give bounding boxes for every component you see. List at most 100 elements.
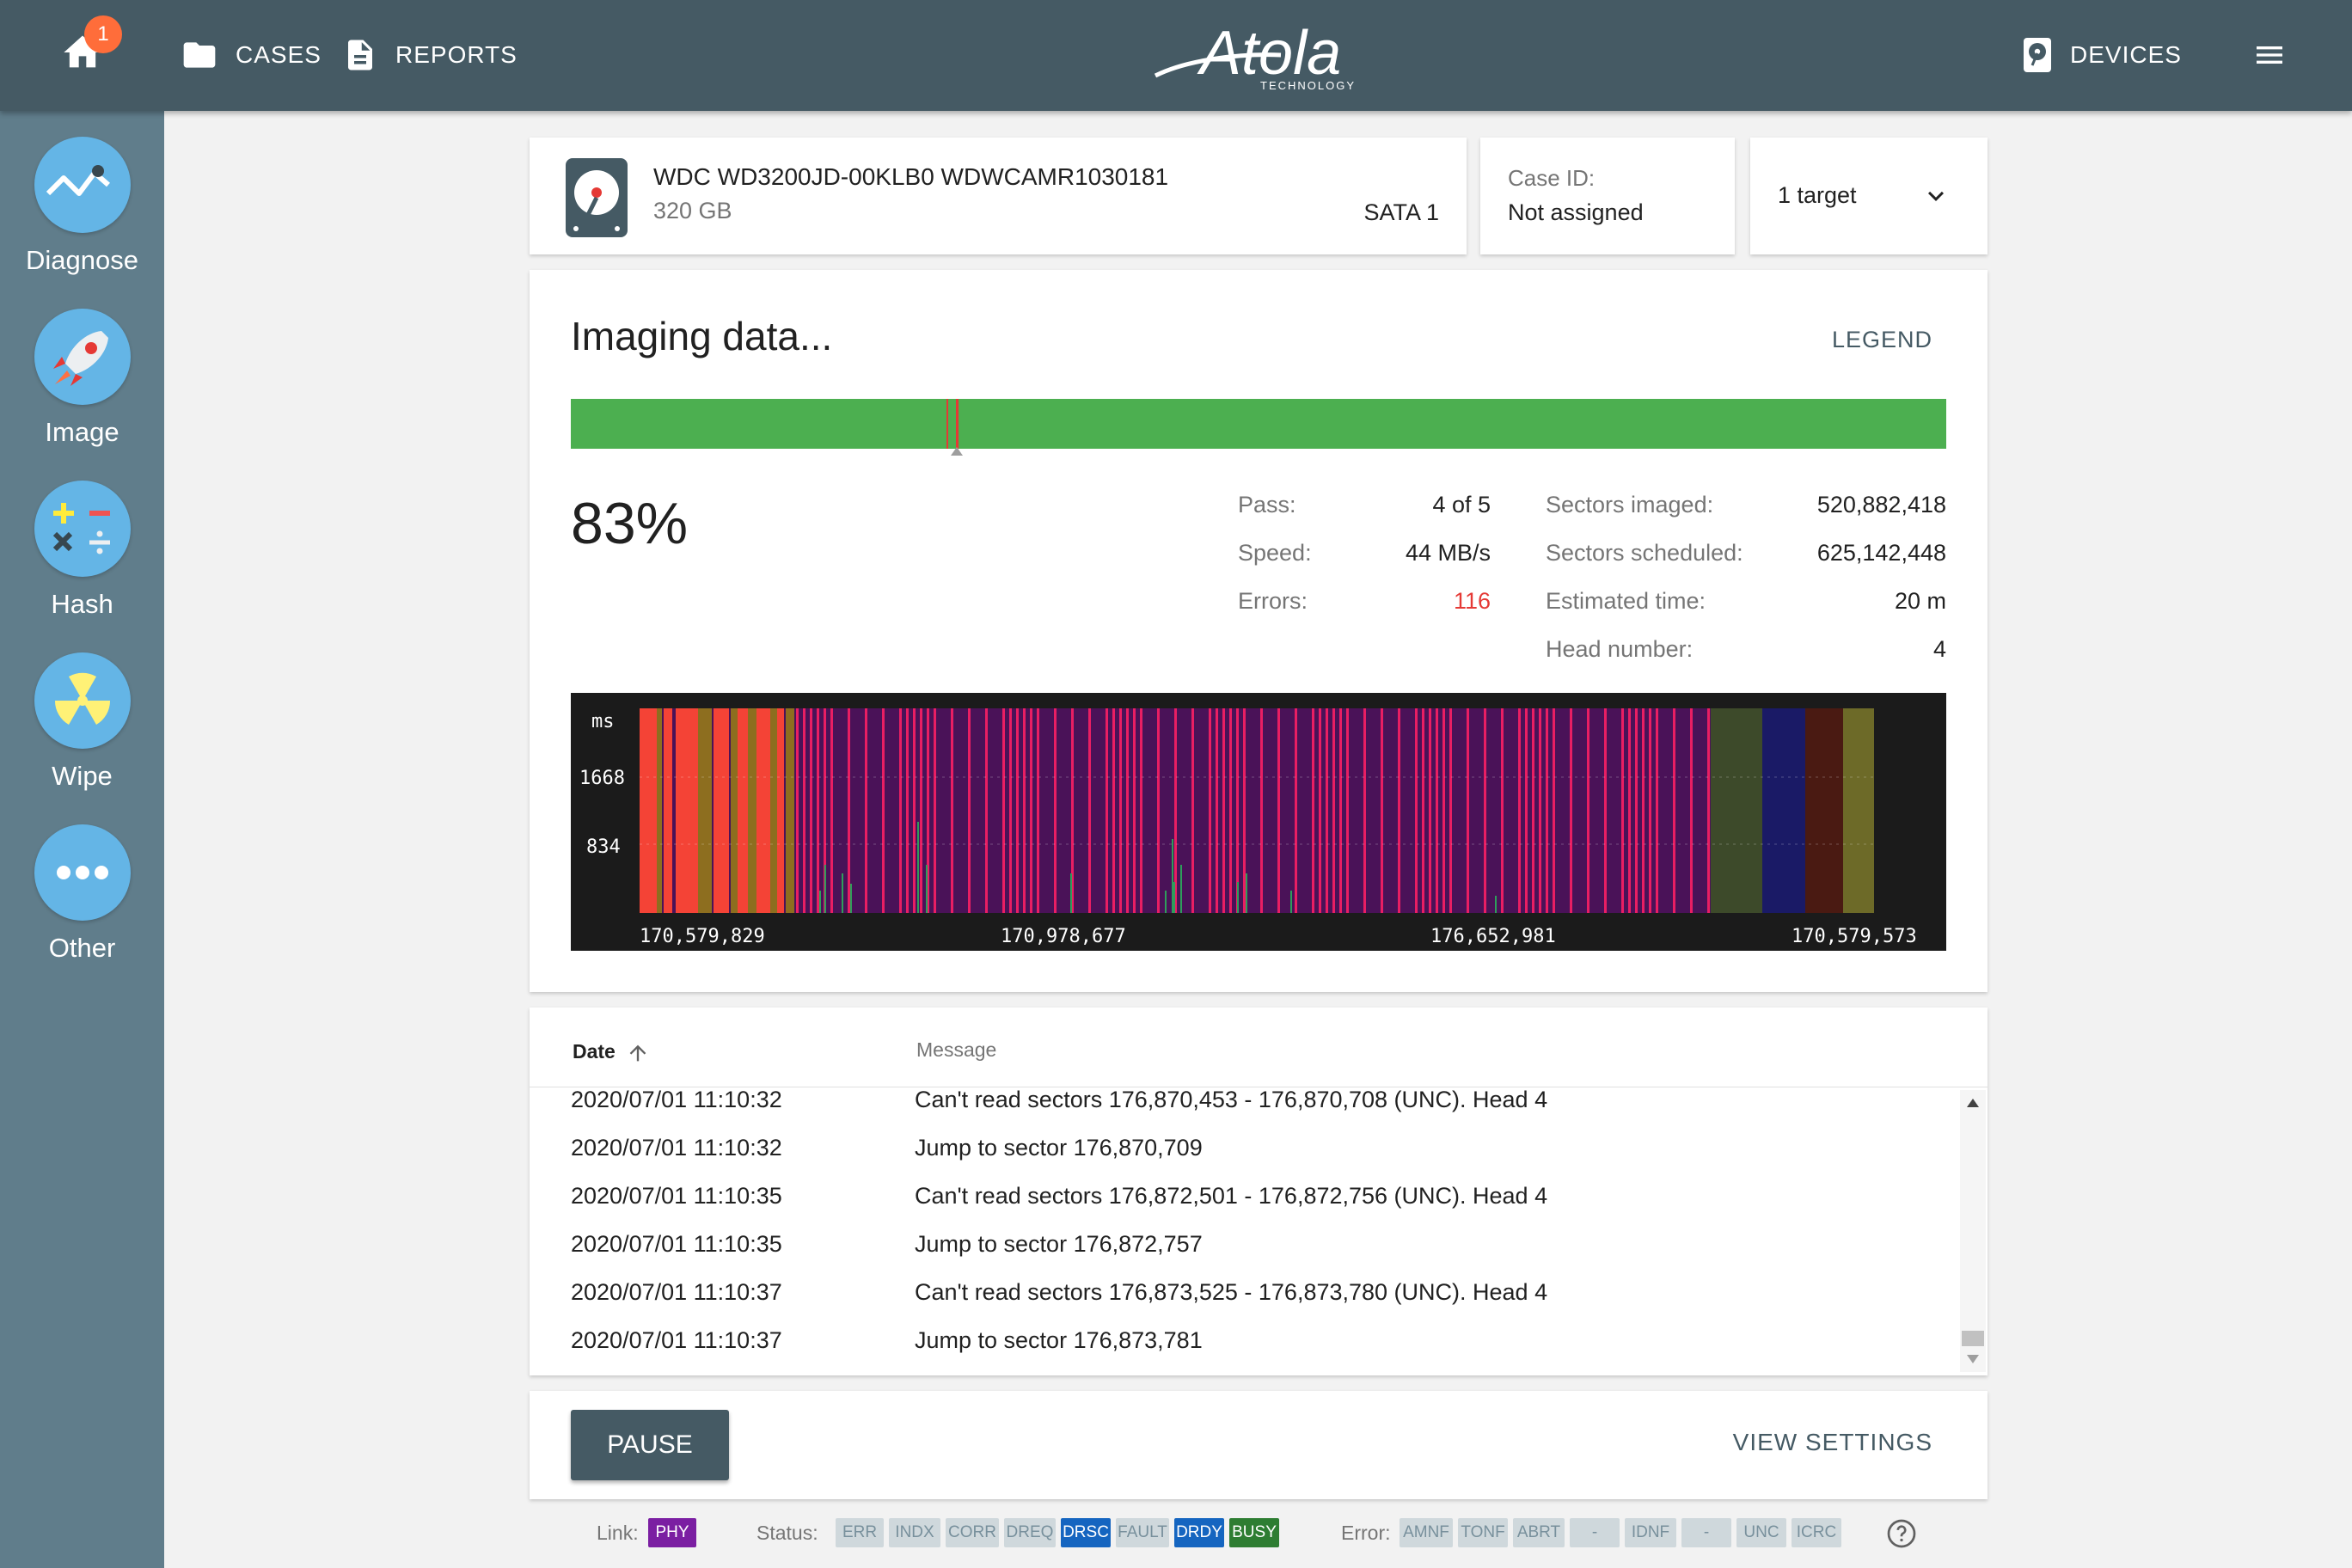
message-column-header[interactable]: Message [916, 1038, 996, 1062]
chart-slow-block [657, 708, 662, 913]
estimated-time-value: 20 m [1894, 588, 1946, 614]
atola-logo: Atola TECHNOLOGY [1152, 15, 1375, 95]
chart-x-tick: 176,652,981 [1430, 926, 1556, 947]
sidebar-item-other[interactable]: Other [0, 824, 164, 964]
chart-error-line [951, 708, 953, 913]
chart-error-line [1621, 708, 1624, 913]
chart-error-line [1157, 708, 1160, 913]
error-chip-icrc: ICRC [1792, 1518, 1841, 1547]
chart-error-line [1216, 708, 1218, 913]
chart-error-line [1546, 708, 1548, 913]
pass-label: Pass: [1238, 492, 1296, 518]
chart-bad-block [756, 708, 770, 913]
chart-error-line [1319, 708, 1321, 913]
chart-error-line [1243, 708, 1246, 913]
chart-bad-block [738, 708, 748, 913]
cases-nav-button[interactable]: CASES [181, 33, 322, 77]
scroll-up-icon[interactable] [1967, 1099, 1979, 1107]
chart-tail-block [1805, 708, 1843, 913]
sidebar-item-wipe[interactable]: Wipe [0, 652, 164, 792]
chart-error-line [1415, 708, 1418, 913]
drive-model: WDC WD3200JD-00KLB0 WDWCAMR1030181 [653, 163, 1169, 190]
case-id-card[interactable]: Case ID: Not assigned [1480, 138, 1735, 254]
event-log-table: Date Message 2020/07/01 11:10:32 Can't r… [530, 1008, 1988, 1375]
table-row[interactable]: 2020/07/01 11:10:35 Can't read sectors 1… [571, 1183, 1912, 1231]
log-date: 2020/07/01 11:10:35 [571, 1231, 782, 1257]
diagnose-icon [34, 137, 131, 233]
hamburger-menu-button[interactable] [2252, 38, 2287, 72]
chart-error-line [1707, 708, 1710, 913]
chart-error-line [1587, 708, 1589, 913]
status-chip-busy: BUSY [1229, 1518, 1279, 1547]
chart-bad-block [640, 708, 653, 913]
case-id-value: Not assigned [1508, 199, 1644, 225]
position-pointer-icon [951, 447, 963, 456]
speed-value: 44 MB/s [1405, 540, 1491, 566]
target-selector[interactable]: 1 target [1750, 138, 1988, 254]
legend-button[interactable]: LEGEND [1832, 327, 1932, 353]
chart-error-line [1449, 708, 1452, 913]
table-row[interactable]: 2020/07/01 11:10:35 Jump to sector 176,8… [571, 1231, 1912, 1279]
table-row[interactable]: 2020/07/01 11:10:32 Jump to sector 176,8… [571, 1135, 1912, 1183]
sidebar-item-hash[interactable]: Hash [0, 481, 164, 620]
status-chip-indx: INDX [889, 1518, 940, 1547]
chart-error-line [913, 708, 916, 913]
chart-error-line [920, 708, 922, 913]
devices-nav-button[interactable]: DEVICES [2022, 33, 2182, 77]
chart-error-line [1209, 708, 1211, 913]
log-message: Can't read sectors 176,870,453 - 176,870… [915, 1087, 1548, 1112]
scroll-down-icon[interactable] [1967, 1355, 1979, 1363]
log-date: 2020/07/01 11:10:32 [571, 1135, 782, 1161]
date-column-header[interactable]: Date [573, 1040, 650, 1065]
case-id-label: Case ID: [1508, 165, 1596, 191]
chart-error-line [1023, 708, 1026, 913]
help-icon[interactable] [1886, 1518, 1917, 1549]
table-row[interactable]: 2020/07/01 11:10:37 Can't read sectors 1… [571, 1279, 1912, 1327]
reports-label: REPORTS [395, 41, 518, 68]
table-row[interactable]: 2020/07/01 11:10:32 Can't read sectors 1… [571, 1087, 1912, 1135]
chart-error-line [1326, 708, 1328, 913]
scroll-thumb[interactable] [1962, 1331, 1984, 1346]
pause-button[interactable]: PAUSE [571, 1410, 729, 1480]
chart-error-line [1429, 708, 1431, 913]
chart-error-line [803, 708, 805, 913]
chart-bad-block [664, 708, 672, 913]
radiation-icon [34, 652, 131, 749]
chart-error-line [1690, 708, 1693, 913]
status-label: Status: [756, 1522, 818, 1544]
estimated-time-label: Estimated time: [1546, 588, 1706, 614]
sidebar: Diagnose Image Hash Wipe Other [0, 111, 164, 1568]
chart-error-line [1673, 708, 1675, 913]
reports-nav-button[interactable]: REPORTS [342, 33, 518, 77]
log-scrollbar[interactable] [1960, 1090, 1986, 1372]
chart-error-line [1312, 708, 1314, 913]
chart-error-line [1642, 708, 1645, 913]
chart-slow-block [731, 708, 738, 913]
sidebar-item-image[interactable]: Image [0, 309, 164, 448]
log-message: Jump to sector 176,873,781 [915, 1327, 1203, 1353]
log-message: Can't read sectors 176,872,501 - 176,872… [915, 1183, 1548, 1209]
top-bar: 1 CASES REPORTS Atola TECHNOLOGY DEVICES [0, 0, 2352, 111]
chart-tail-block [1762, 708, 1805, 913]
chart-slow-block [786, 708, 794, 913]
speed-label: Speed: [1238, 540, 1312, 566]
chart-error-line [1525, 708, 1528, 913]
errors-value: 116 [1453, 588, 1491, 614]
table-row[interactable]: 2020/07/01 11:10:37 Jump to sector 176,8… [571, 1327, 1912, 1375]
log-message: Jump to sector 176,872,757 [915, 1231, 1203, 1257]
sort-arrow-up-icon [629, 1044, 646, 1062]
chart-error-line [1295, 708, 1297, 913]
chart-x-tick: 170,579,573 [1792, 926, 1917, 947]
view-settings-button[interactable]: VIEW SETTINGS [1733, 1429, 1932, 1456]
chart-error-line [1363, 708, 1366, 913]
sectors-scheduled-label: Sectors scheduled: [1546, 540, 1743, 566]
chart-tail-block [1843, 708, 1874, 913]
log-date: 2020/07/01 11:10:37 [571, 1279, 782, 1305]
chart-error-line [796, 708, 799, 913]
progress-bar [571, 399, 1946, 449]
source-drive-card[interactable]: WDC WD3200JD-00KLB0 WDWCAMR1030181 320 G… [530, 138, 1467, 254]
chart-error-line [1106, 708, 1108, 913]
chart-error-line [1628, 708, 1631, 913]
chart-x-tick: 170,978,677 [1001, 926, 1126, 947]
sidebar-item-diagnose[interactable]: Diagnose [0, 137, 164, 276]
